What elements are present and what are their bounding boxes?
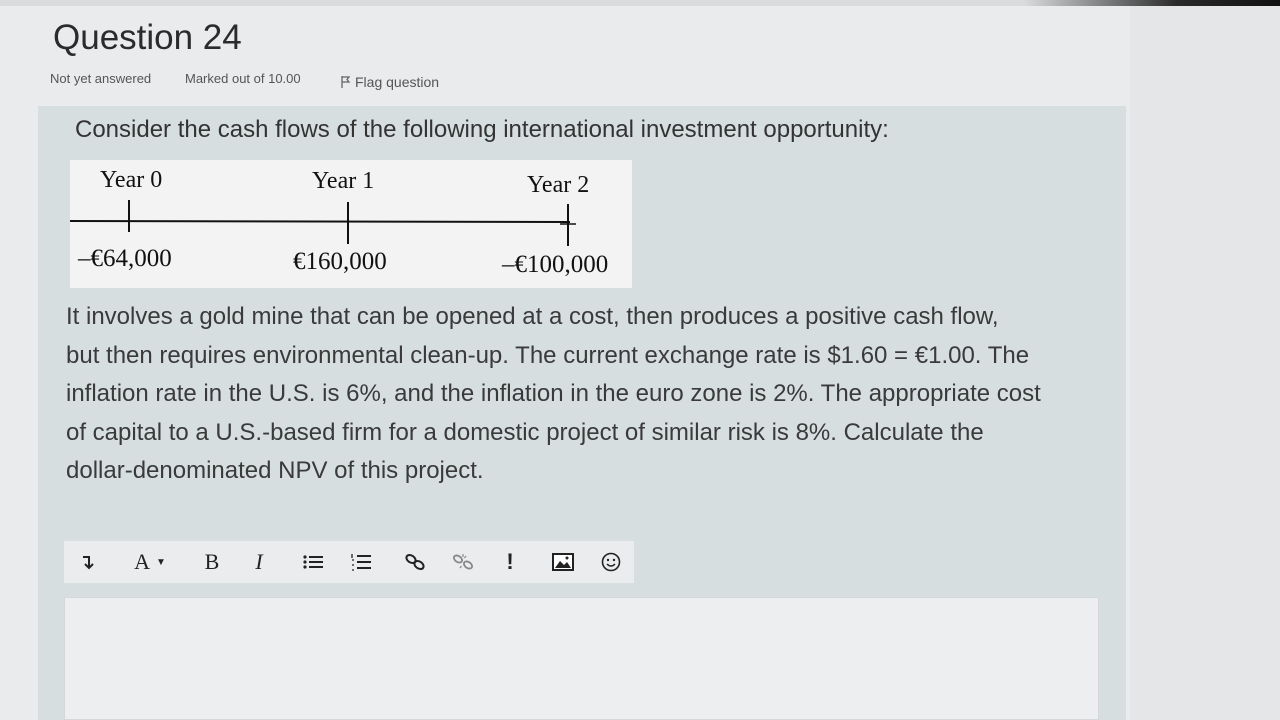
special-character-button[interactable]: ! [500, 541, 520, 583]
italic-button[interactable]: I [248, 541, 270, 583]
paragraph-line: of capital to a U.S.-based firm for a do… [66, 418, 984, 446]
cash-flow-timeline: Year 0 Year 1 Year 2 –€64,000 €160,000 –… [70, 160, 632, 288]
paragraph-line: dollar-denominated NPV of this project. [66, 457, 484, 484]
answer-status: Not yet answered [50, 71, 152, 86]
question-lead: Consider the cash flows of the following… [75, 116, 889, 143]
unlink-button[interactable] [450, 541, 476, 583]
answer-editor[interactable] [64, 597, 1099, 720]
image-icon [552, 553, 574, 571]
paragraph-line: but then requires environmental clean-up… [66, 341, 1030, 369]
unlink-icon [453, 554, 473, 570]
bullet-list-button[interactable] [300, 541, 326, 583]
bold-label: B [204, 549, 220, 574]
cash-flow-year-1: €160,000 [293, 248, 387, 275]
year-0-label: Year 0 [100, 167, 163, 193]
flag-icon [341, 76, 351, 88]
insert-image-button[interactable] [550, 541, 576, 583]
numbered-list-icon [351, 554, 371, 571]
font-style-label: A [134, 549, 150, 574]
expand-toolbar-icon [83, 556, 94, 570]
flag-question-link[interactable]: Flag question [341, 74, 439, 90]
bold-button[interactable]: B [200, 541, 224, 583]
smiley-icon [601, 552, 621, 572]
paragraph-line: inflation rate in the U.S. is 6%, and th… [66, 380, 1041, 407]
toolbar-toggle-button[interactable] [74, 541, 100, 583]
marks-info: Marked out of 10.00 [185, 71, 301, 86]
chevron-down-icon: ▼ [155, 556, 166, 568]
italic-label: I [255, 549, 263, 574]
font-style-dropdown[interactable]: A ▼ [126, 541, 174, 583]
cash-flow-year-2: –€100,000 [502, 251, 609, 278]
editor-toolbar: A ▼ B I ! [64, 541, 634, 583]
year-1-label: Year 1 [312, 168, 375, 194]
insert-link-button[interactable] [402, 541, 428, 583]
question-title: Question 24 [53, 18, 242, 57]
special-character-label: ! [506, 549, 514, 574]
paragraph-line: It involves a gold mine that can be open… [66, 303, 999, 330]
question-paragraph: It involves a gold mine that can be open… [66, 298, 1116, 491]
numbered-list-button[interactable] [348, 541, 374, 583]
flag-question-label: Flag question [355, 74, 440, 90]
insert-emoticon-button[interactable] [598, 541, 624, 583]
cash-flow-year-0: –€64,000 [78, 245, 172, 272]
bullet-list-icon [303, 555, 323, 569]
answer-text [65, 598, 1098, 618]
link-icon [405, 553, 425, 571]
year-2-label: Year 2 [527, 172, 590, 198]
